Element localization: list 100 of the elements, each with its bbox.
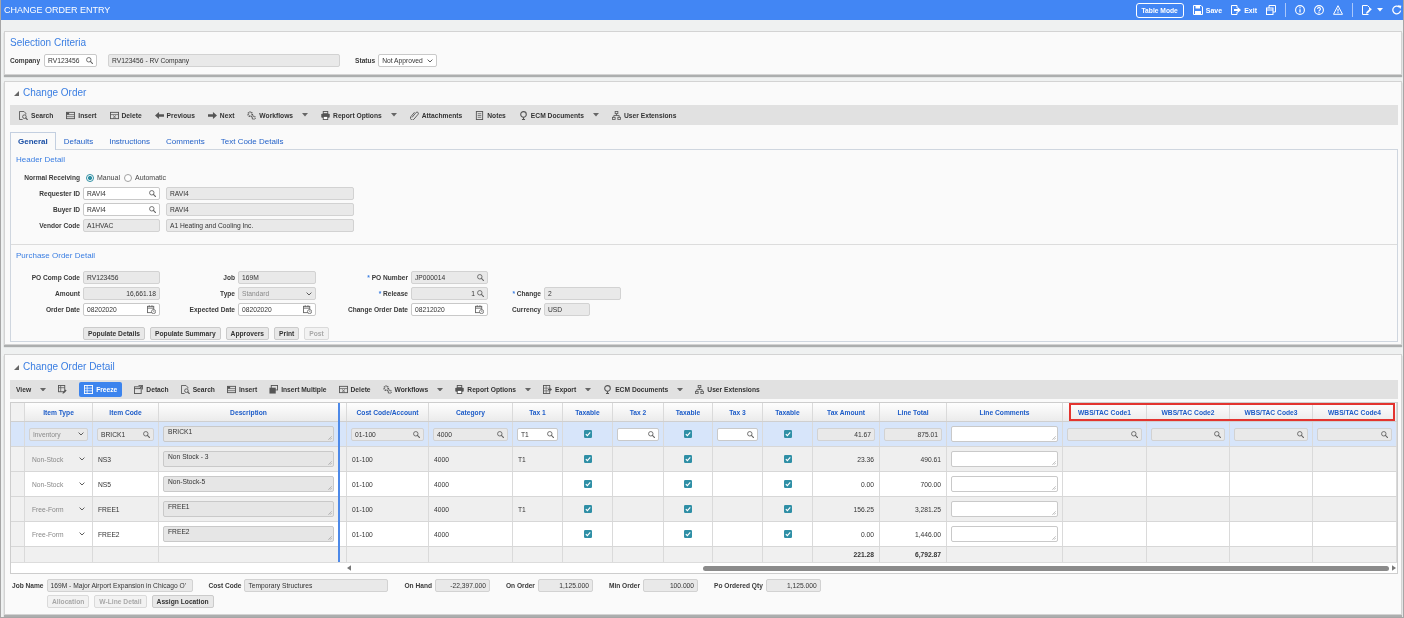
checkbox[interactable]	[583, 430, 592, 438]
comment-field[interactable]	[951, 426, 1058, 442]
exit-icon	[1231, 5, 1242, 15]
chevron-icon	[306, 291, 312, 296]
expand-triangle-icon[interactable]	[14, 364, 19, 370]
checkbox[interactable]	[583, 530, 592, 538]
warning-icon[interactable]	[1333, 5, 1343, 15]
caret-icon[interactable]	[1377, 8, 1383, 12]
lightbulb-icon	[518, 110, 528, 120]
checkbox[interactable]	[783, 530, 792, 538]
window-title: CHANGE ORDER ENTRY	[4, 4, 111, 16]
checkbox[interactable]	[783, 480, 792, 488]
scrollbar-thumb[interactable]	[703, 565, 1389, 571]
tab[interactable]: General	[10, 132, 56, 150]
search-icon[interactable]	[86, 57, 94, 64]
checkbox[interactable]	[684, 530, 692, 538]
resize-grip-icon	[1052, 436, 1056, 440]
section-subtitle: Purchase Order Detail	[16, 251, 97, 261]
copy-icon[interactable]	[1266, 5, 1276, 15]
section-title: Change Order Detail	[23, 361, 115, 373]
search-icon[interactable]	[648, 430, 655, 438]
comment-field[interactable]	[951, 501, 1058, 517]
chevron-icon	[79, 457, 85, 461]
paperclip-icon	[409, 110, 419, 120]
chevron-icon	[79, 482, 85, 486]
search-icon[interactable]	[477, 274, 484, 281]
checkbox[interactable]	[783, 455, 792, 463]
gears-icon	[382, 385, 392, 394]
search-icon	[180, 385, 190, 394]
scroll-right-icon[interactable]	[1392, 565, 1396, 571]
checkbox[interactable]	[684, 480, 692, 488]
radio-button[interactable]	[123, 173, 132, 182]
lightbulb-icon	[603, 385, 613, 394]
tab[interactable]: Text Code Details	[212, 132, 292, 149]
search-icon[interactable]	[477, 290, 484, 297]
checkbox[interactable]	[783, 505, 792, 513]
detach-icon	[134, 385, 144, 394]
right-arrow-icon	[207, 110, 217, 120]
lookup-field[interactable]	[617, 427, 659, 441]
checkbox[interactable]	[684, 505, 692, 513]
search-icon[interactable]	[149, 190, 156, 197]
search-icon[interactable]	[547, 430, 554, 438]
tab[interactable]: Comments	[158, 132, 213, 149]
expand-triangle-icon[interactable]	[14, 90, 19, 96]
save-icon	[1192, 5, 1203, 15]
resize-grip-icon	[1052, 536, 1056, 540]
search-icon[interactable]	[1131, 430, 1138, 438]
search-icon[interactable]	[1297, 430, 1304, 438]
scrollbar[interactable]	[346, 563, 1397, 573]
section-title: Change Order	[23, 87, 87, 99]
checkbox[interactable]	[783, 430, 792, 438]
search-icon[interactable]	[497, 430, 504, 438]
tab[interactable]: Defaults	[55, 132, 102, 149]
calendar-icon[interactable]	[147, 305, 156, 314]
chevron-icon	[79, 507, 85, 511]
table-edit-icon[interactable]	[58, 385, 68, 394]
lookup-field[interactable]	[1234, 427, 1308, 441]
search-icon[interactable]	[143, 430, 150, 438]
chevron-icon	[427, 58, 434, 63]
search-icon[interactable]	[149, 206, 156, 213]
comment-field[interactable]	[951, 476, 1058, 492]
search-icon[interactable]	[1381, 430, 1388, 438]
refresh-icon[interactable]	[1392, 5, 1402, 15]
gears-icon	[247, 110, 257, 120]
delete-row-icon	[338, 385, 348, 394]
lookup-field[interactable]	[1317, 427, 1392, 441]
printer-icon	[321, 110, 331, 120]
radio-button[interactable]	[86, 173, 94, 182]
checkbox[interactable]	[684, 430, 692, 438]
checkbox[interactable]	[583, 455, 592, 463]
printer-icon	[455, 385, 465, 394]
lookup-field[interactable]	[1151, 427, 1225, 441]
search-icon[interactable]	[413, 430, 420, 438]
resize-grip-icon	[1052, 486, 1056, 490]
grid-icon	[84, 385, 94, 394]
search-icon[interactable]	[747, 430, 754, 438]
comment-field[interactable]	[951, 451, 1058, 467]
tab[interactable]: Instructions	[101, 132, 159, 149]
hierarchy-icon	[612, 110, 621, 120]
insert-row-icon	[66, 110, 76, 120]
notes-icon	[475, 110, 485, 120]
info-icon[interactable]	[1295, 5, 1305, 15]
help-icon[interactable]	[1314, 5, 1324, 15]
checkbox[interactable]	[583, 505, 592, 513]
lookup-field[interactable]	[717, 427, 758, 441]
lookup-field[interactable]	[1067, 427, 1142, 441]
left-arrow-icon	[154, 110, 164, 120]
export-icon	[542, 385, 552, 394]
checkbox[interactable]	[583, 480, 592, 488]
checkbox[interactable]	[684, 455, 692, 463]
comment-field[interactable]	[951, 526, 1058, 542]
calendar-icon[interactable]	[303, 305, 312, 314]
delete-row-icon	[109, 110, 119, 120]
insert-row-icon	[226, 385, 236, 394]
calendar-icon[interactable]	[475, 305, 484, 314]
resize-grip-icon	[1052, 511, 1056, 515]
scroll-left-icon[interactable]	[347, 565, 351, 571]
search-icon[interactable]	[1214, 430, 1221, 438]
chevron-icon	[79, 532, 85, 536]
edit-icon[interactable]	[1362, 5, 1372, 15]
